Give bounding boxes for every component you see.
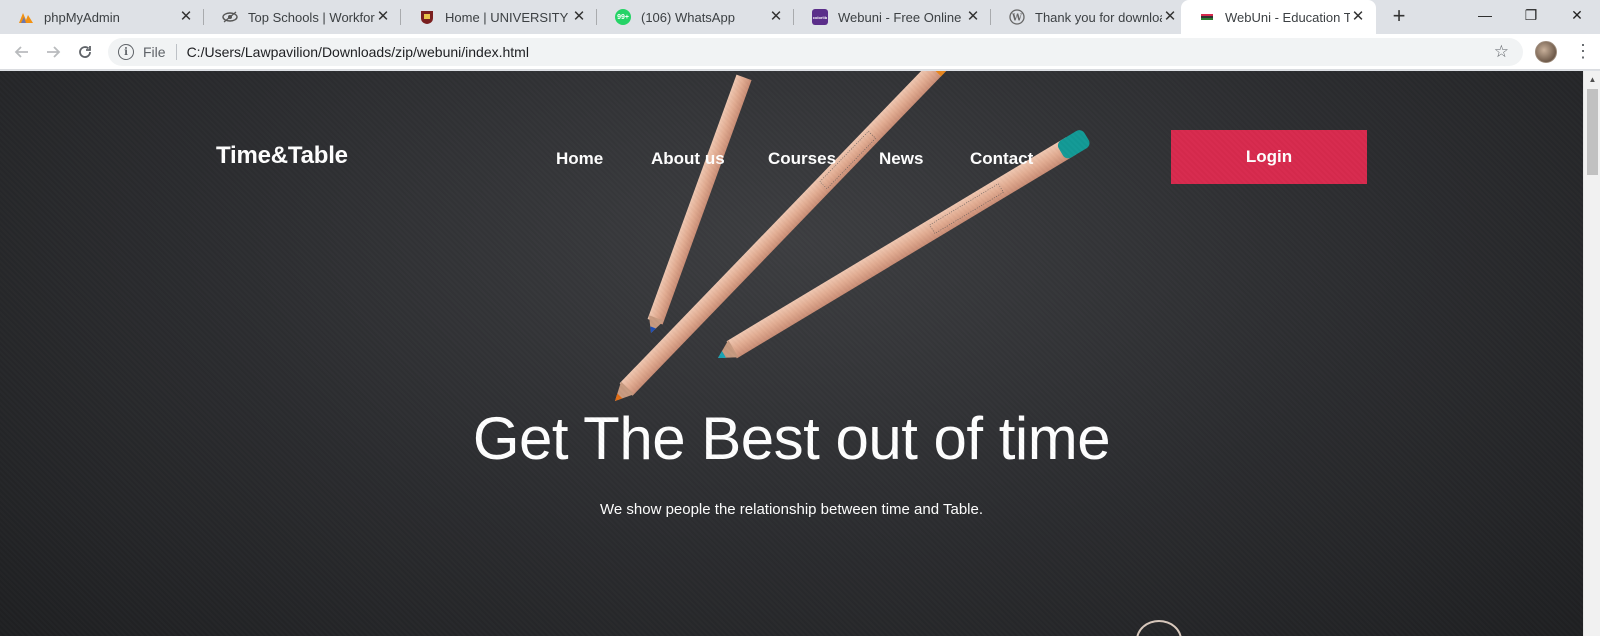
browser-toolbar: i File C:/Users/Lawpavilion/Downloads/zi… xyxy=(0,34,1600,70)
tab-title: Home | UNIVERSITY OF I xyxy=(445,9,571,25)
tab-whatsapp[interactable]: 99+ (106) WhatsApp ✕ xyxy=(597,0,794,34)
reload-button[interactable] xyxy=(72,39,98,65)
back-button[interactable] xyxy=(9,39,35,65)
nav-courses[interactable]: Courses xyxy=(768,149,836,169)
nav-home[interactable]: Home xyxy=(556,149,603,169)
notification-badge: 99+ xyxy=(617,13,629,21)
tab-title: WebUni - Education Tem xyxy=(1225,9,1350,25)
colorlib-icon: colorlib xyxy=(812,9,828,25)
close-tab-icon[interactable]: ✕ xyxy=(965,9,981,25)
scheme-label: File xyxy=(143,44,166,60)
tab-webuni-colorlib[interactable]: colorlib Webuni - Free Online Co ✕ xyxy=(794,0,991,34)
close-tab-icon[interactable]: ✕ xyxy=(1350,9,1366,25)
university-crest-icon xyxy=(419,9,435,25)
url-text[interactable]: C:/Users/Lawpavilion/Downloads/zip/webun… xyxy=(187,44,529,60)
scrollbar-thumb[interactable] xyxy=(1587,89,1598,175)
tab-webuni-education[interactable]: WebUni - Education Tem ✕ xyxy=(1181,0,1376,34)
webuni-flag-icon xyxy=(1199,9,1215,25)
close-window-button[interactable]: ✕ xyxy=(1554,0,1600,30)
eye-icon xyxy=(222,9,238,25)
whatsapp-icon: 99+ xyxy=(615,9,631,25)
tab-thank-you[interactable]: W Thank you for download ✕ xyxy=(991,0,1188,34)
hero-title: Get The Best out of time xyxy=(472,405,1111,472)
close-tab-icon[interactable]: ✕ xyxy=(571,9,587,25)
wordpress-icon: W xyxy=(1009,9,1025,25)
tab-university[interactable]: Home | UNIVERSITY OF I ✕ xyxy=(401,0,597,34)
page-hero: Time&Table Home About us Courses News Co… xyxy=(0,71,1583,636)
tab-title: phpMyAdmin xyxy=(44,9,120,25)
page-scrollbar[interactable]: ▲ xyxy=(1583,71,1600,636)
tab-top-schools[interactable]: Top Schools | Workforce ✕ xyxy=(204,0,401,34)
close-tab-icon[interactable]: ✕ xyxy=(768,9,784,25)
phpmyadmin-icon xyxy=(18,9,34,25)
scroll-up-arrow-icon[interactable]: ▲ xyxy=(1584,71,1600,88)
profile-avatar[interactable] xyxy=(1535,41,1557,63)
tab-title: Webuni - Free Online Co xyxy=(838,9,965,25)
close-tab-icon[interactable]: ✕ xyxy=(1162,9,1178,25)
site-info-icon[interactable]: i xyxy=(118,44,134,60)
tab-title: Top Schools | Workforce xyxy=(248,9,375,25)
nav-news[interactable]: News xyxy=(879,149,923,169)
nav-about-us[interactable]: About us xyxy=(651,149,725,169)
tab-phpmyadmin[interactable]: phpMyAdmin ✕ xyxy=(0,0,204,34)
minimize-button[interactable]: — xyxy=(1462,0,1508,30)
tab-strip: phpMyAdmin ✕ Top Schools | Workforce ✕ H… xyxy=(0,0,1600,34)
hero-subtitle: We show people the relationship between … xyxy=(599,501,984,518)
tab-title: Thank you for download xyxy=(1035,9,1162,25)
forward-arrow-icon xyxy=(47,46,61,58)
close-tab-icon[interactable]: ✕ xyxy=(178,9,194,25)
nav-contact[interactable]: Contact xyxy=(970,149,1033,169)
new-tab-button[interactable]: + xyxy=(1387,5,1411,29)
tab-title: (106) WhatsApp xyxy=(641,9,735,25)
bookmark-star-icon[interactable]: ☆ xyxy=(1494,42,1509,62)
back-arrow-icon xyxy=(14,46,28,58)
close-tab-icon[interactable]: ✕ xyxy=(375,9,391,25)
login-button[interactable]: Login xyxy=(1171,130,1367,184)
forward-button[interactable] xyxy=(40,39,66,65)
divider xyxy=(175,44,177,60)
browser-menu-icon[interactable]: ⋮ xyxy=(1574,42,1592,62)
address-bar[interactable]: i File C:/Users/Lawpavilion/Downloads/zi… xyxy=(108,38,1523,66)
restore-button[interactable]: ❐ xyxy=(1508,0,1554,30)
brand-logo[interactable]: Time&Table xyxy=(216,142,348,170)
reload-icon xyxy=(79,46,91,58)
svg-text:W: W xyxy=(1011,14,1023,24)
